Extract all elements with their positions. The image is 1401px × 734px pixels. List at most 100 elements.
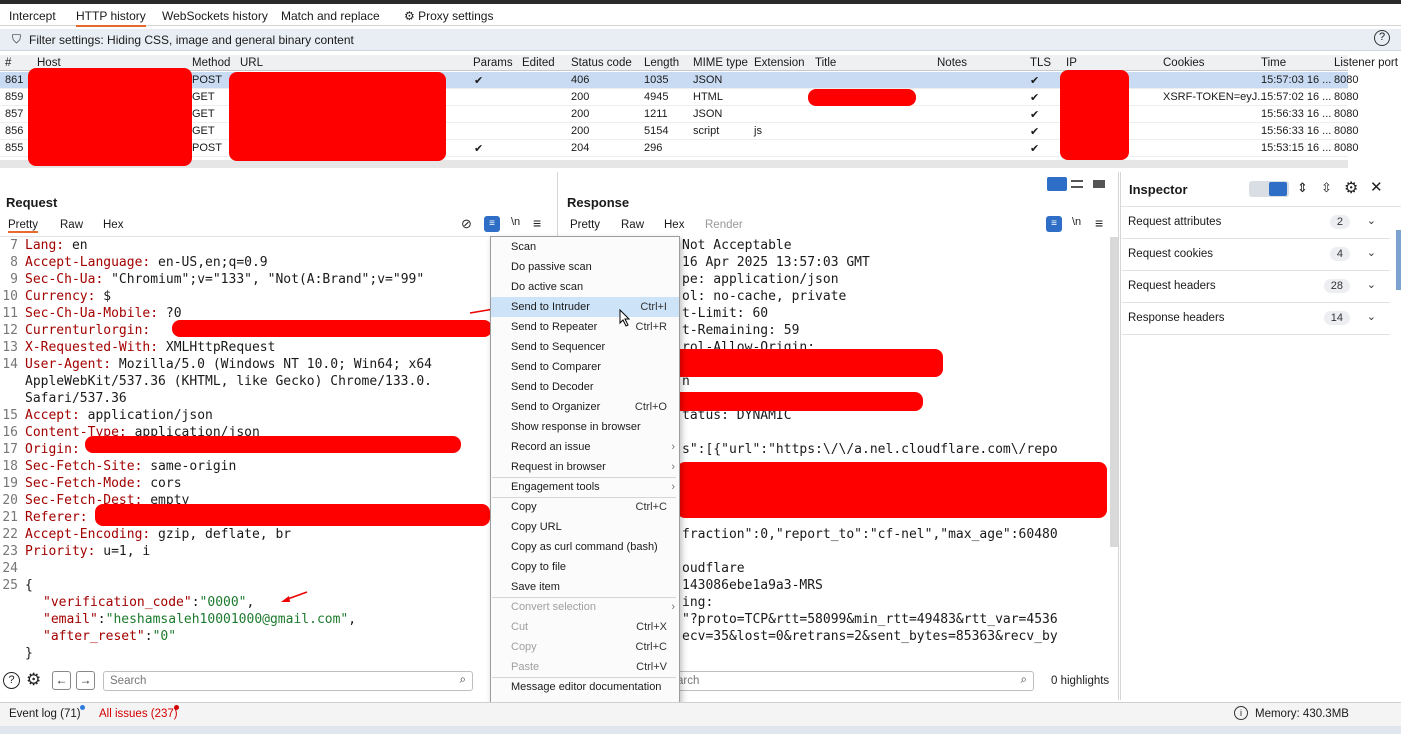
table-row[interactable]: 855 POST ✔ 204 296 ✔ 15:53:15 16 ... 8080 xyxy=(0,140,1358,157)
menu-item-do-passive-scan[interactable]: Do passive scan xyxy=(491,257,679,277)
menu-item-send-to-intruder[interactable]: Send to Intruder Ctrl+I xyxy=(491,297,679,317)
table-horizontal-scrollbar[interactable] xyxy=(0,160,1348,168)
settings-gear-icon[interactable]: ⚙ xyxy=(26,670,41,690)
menu-item-send-to-comparer[interactable]: Send to Comparer xyxy=(491,357,679,377)
col-header-time[interactable]: Time xyxy=(1261,57,1286,69)
col-header-url[interactable]: URL xyxy=(240,57,263,69)
menu-item-message-editor-documentation[interactable]: Message editor documentation xyxy=(491,677,679,697)
col-header-listener-port[interactable]: Listener port xyxy=(1334,57,1398,69)
col-header-mime-type[interactable]: MIME type xyxy=(693,57,748,69)
col-header-method[interactable]: Method xyxy=(192,57,230,69)
forward-arrow-icon[interactable]: → xyxy=(76,671,95,690)
inspector-section[interactable]: Response headers 14 ⌄ xyxy=(1122,303,1390,335)
layout-rows-icon[interactable] xyxy=(1071,180,1083,188)
close-icon[interactable]: ✕ xyxy=(1370,178,1383,196)
header-value: AppleWebKit/537.36 (KHTML, like Gecko) C… xyxy=(25,374,432,389)
response-editor[interactable]: Not Acceptable 16 Apr 2025 13:57:03 GMT pe… xyxy=(680,237,1110,661)
all-issues-link[interactable]: All issues (237) xyxy=(99,708,178,720)
tab-websockets-history[interactable]: WebSockets history xyxy=(162,9,268,23)
tab-proxy-settings[interactable]: ⚙ Proxy settings xyxy=(404,9,493,23)
col-header-edited[interactable]: Edited xyxy=(522,57,555,69)
chevron-down-icon[interactable]: ⌄ xyxy=(1367,310,1376,323)
filter-settings-bar[interactable]: ⛉ Filter settings: Hiding CSS, image and… xyxy=(0,29,1401,51)
layout-toggle[interactable] xyxy=(1047,177,1109,191)
col-header-status-code[interactable]: Status code xyxy=(571,57,632,69)
menu-item-copy: Copy Ctrl+C xyxy=(491,637,679,657)
wrap-lines-icon[interactable]: ≡ xyxy=(484,216,500,232)
menu-item-request-in-browser[interactable]: Request in browser › xyxy=(491,457,679,477)
col-header-tls[interactable]: TLS xyxy=(1030,57,1051,69)
tab-http-history[interactable]: HTTP history xyxy=(76,9,146,27)
menu-icon[interactable]: ≡ xyxy=(533,215,541,231)
response-tab-render[interactable]: Render xyxy=(705,219,743,231)
hide-icon[interactable]: ⊘ xyxy=(461,216,472,232)
back-arrow-icon[interactable]: ← xyxy=(52,671,71,690)
inspector-section[interactable]: Request headers 28 ⌄ xyxy=(1122,271,1390,303)
response-tab-pretty[interactable]: Pretty xyxy=(570,219,600,231)
menu-item-copy[interactable]: Copy Ctrl+C xyxy=(491,497,679,517)
request-tab-pretty[interactable]: Pretty xyxy=(8,219,39,233)
menu-item-do-active-scan[interactable]: Do active scan xyxy=(491,277,679,297)
col-header-ip[interactable]: IP xyxy=(1066,57,1077,69)
menu-icon[interactable]: ≡ xyxy=(1095,215,1103,231)
menu-item-engagement-tools[interactable]: Engagement tools › xyxy=(491,477,679,497)
help-icon[interactable]: ? xyxy=(1374,30,1390,46)
menu-item-copy-to-file[interactable]: Copy to file xyxy=(491,557,679,577)
side-tab-strip[interactable] xyxy=(1396,230,1401,290)
layout-single-icon[interactable] xyxy=(1093,180,1105,188)
submenu-arrow-icon: › xyxy=(671,441,675,453)
menu-item-copy-url[interactable]: Copy URL xyxy=(491,517,679,537)
menu-item-send-to-decoder[interactable]: Send to Decoder xyxy=(491,377,679,397)
table-row[interactable]: 856 GET 200 5154 script js ✔ 15:56:33 16 ... 808… xyxy=(0,123,1358,140)
menu-item-save-item[interactable]: Save item xyxy=(491,577,679,597)
request-tab-hex[interactable]: Hex xyxy=(103,219,123,231)
response-title: Response xyxy=(567,195,630,210)
response-search-input[interactable]: arch ⌕ xyxy=(670,671,1034,691)
menu-item-record-an-issue[interactable]: Record an issue › xyxy=(491,437,679,457)
col-header-params[interactable]: Params xyxy=(473,57,513,69)
event-log-link[interactable]: Event log (71) xyxy=(9,708,81,720)
collapse-all-icon[interactable]: ⇳ xyxy=(1321,180,1332,196)
header-name: Lang: xyxy=(25,238,65,253)
response-line: ing: xyxy=(682,595,714,610)
layout-split-icon[interactable] xyxy=(1047,177,1067,191)
redaction-referer xyxy=(95,504,490,526)
menu-item-label: Copy xyxy=(511,641,537,653)
newline-icon[interactable]: \n xyxy=(1072,216,1081,228)
request-tab-raw[interactable]: Raw xyxy=(60,219,83,231)
menu-item-show-response-in-browser[interactable]: Show response in browser xyxy=(491,417,679,437)
inspector-section[interactable]: Request attributes 2 ⌄ xyxy=(1122,207,1390,239)
col-header-length[interactable]: Length xyxy=(644,57,679,69)
tab-match-and-replace[interactable]: Match and replace xyxy=(281,9,380,23)
request-search-input[interactable]: Search ⌕ xyxy=(103,671,473,691)
col-header-extension[interactable]: Extension xyxy=(754,57,805,69)
inspector-layout-toggle[interactable] xyxy=(1249,181,1289,197)
col-header-notes[interactable]: Notes xyxy=(937,57,967,69)
col-header-cookies[interactable]: Cookies xyxy=(1163,57,1205,69)
chevron-down-icon[interactable]: ⌄ xyxy=(1367,278,1376,291)
menu-item-label: Copy as curl command (bash) xyxy=(511,541,658,553)
chevron-down-icon[interactable]: ⌄ xyxy=(1367,246,1376,259)
tab-intercept[interactable]: Intercept xyxy=(9,9,56,23)
inspector-section[interactable]: Request cookies 4 ⌄ xyxy=(1122,239,1390,271)
table-row[interactable]: 859 GET 200 4945 HTML ✔ XSRF-TOKEN=eyJ... 15:57… xyxy=(0,89,1358,106)
response-tab-raw[interactable]: Raw xyxy=(621,219,644,231)
response-tab-hex[interactable]: Hex xyxy=(664,219,684,231)
wrap-lines-icon[interactable]: ≡ xyxy=(1046,216,1062,232)
menu-item-scan[interactable]: Scan xyxy=(491,237,679,257)
response-line: s":[{"url":"https:\/\/a.nel.cloudflare.c… xyxy=(682,442,1058,457)
col-header-title[interactable]: Title xyxy=(815,57,836,69)
help-icon[interactable]: ? xyxy=(3,672,20,689)
newline-icon[interactable]: \n xyxy=(511,216,520,228)
menu-item-send-to-sequencer[interactable]: Send to Sequencer xyxy=(491,337,679,357)
table-row[interactable]: 857 GET 200 1211 JSON ✔ 15:56:33 16 ... 8080 xyxy=(0,106,1358,123)
expand-all-icon[interactable]: ⇕ xyxy=(1297,180,1308,196)
menu-item-copy-as-curl-command-bash[interactable]: Copy as curl command (bash) xyxy=(491,537,679,557)
col-header-num[interactable]: # xyxy=(5,57,11,69)
response-scrollbar[interactable] xyxy=(1110,237,1118,547)
menu-item-send-to-repeater[interactable]: Send to Repeater Ctrl+R xyxy=(491,317,679,337)
menu-item-send-to-organizer[interactable]: Send to Organizer Ctrl+O xyxy=(491,397,679,417)
table-row[interactable]: 861 POST ✔ 406 1035 JSON ✔ 15:57:03 16 ... 8080 xyxy=(0,72,1358,89)
inspector-settings-icon[interactable]: ⚙ xyxy=(1344,178,1358,198)
chevron-down-icon[interactable]: ⌄ xyxy=(1367,214,1376,227)
